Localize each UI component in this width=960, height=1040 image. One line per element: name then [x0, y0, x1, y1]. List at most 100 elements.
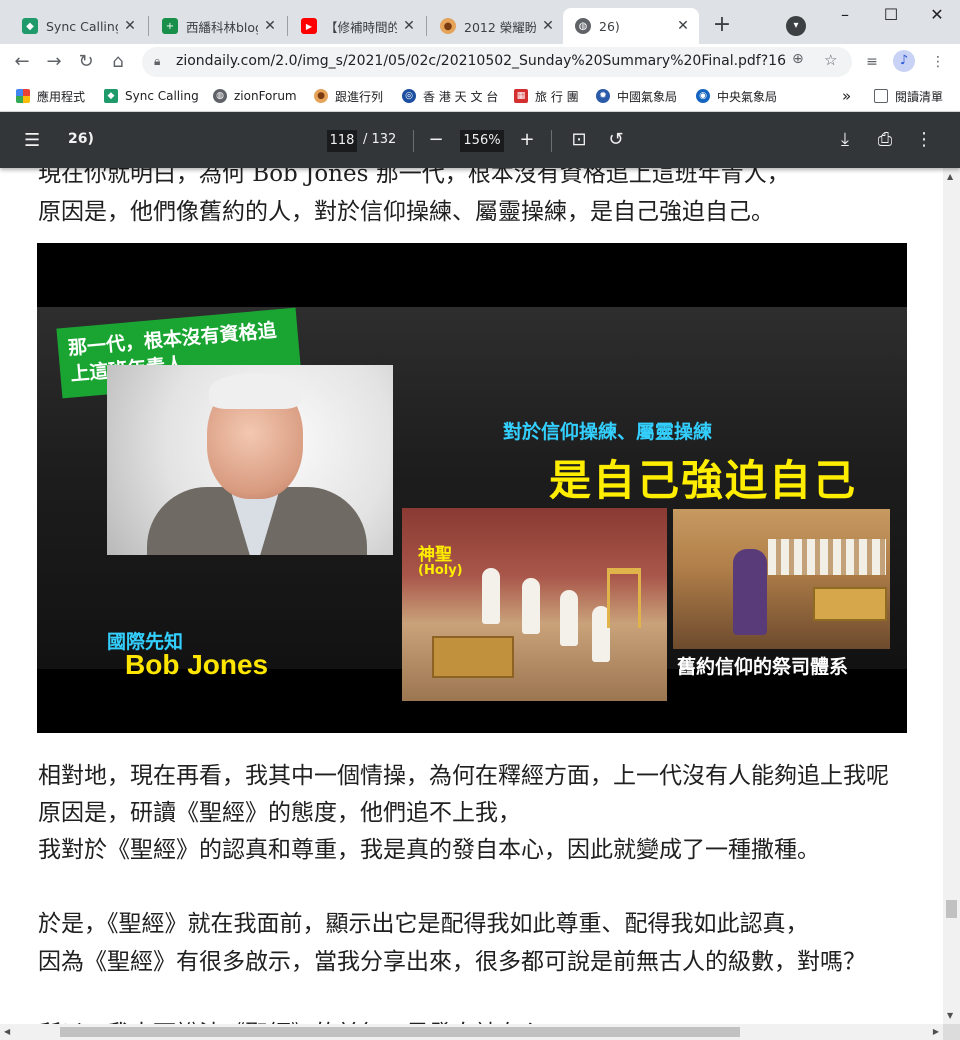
close-tab-icon[interactable]: ✕: [540, 18, 556, 34]
close-window-button[interactable]: ✕: [914, 0, 960, 32]
cookie-icon: ●: [314, 89, 328, 103]
priest-figure: [560, 590, 578, 646]
priests-row-shape: [768, 539, 886, 575]
bookmark-label: zionForum: [234, 89, 297, 103]
bookmark-label: Sync Calling: [125, 89, 199, 103]
ark-shape: [813, 587, 887, 621]
bookmark-travel[interactable]: ▦ 旅 行 團: [514, 86, 579, 106]
close-tab-icon[interactable]: ✕: [675, 18, 691, 34]
page-text-bottom-partial: 所以，我本可說法《聖經》的並無，是發自神在心: [38, 1014, 544, 1024]
bookmark-cwb[interactable]: ◉ 中央氣象局: [696, 86, 777, 106]
tab-search-icon[interactable]: ▾: [786, 16, 806, 36]
forward-arrow-icon[interactable]: →: [40, 48, 68, 76]
slide-system-label: 舊約信仰的祭司體系: [677, 656, 849, 678]
bookmark-follow-up[interactable]: ● 跟進行列: [314, 86, 383, 106]
download-icon[interactable]: ⤓: [832, 127, 858, 153]
slide-image: 那一代，根本沒有資格追上這班年青人 國際先知 Bob Jones 對於信仰操練、…: [37, 243, 907, 733]
bookmark-hko[interactable]: ◎ 香 港 天 文 台: [402, 86, 498, 106]
bookmark-cma[interactable]: ✹ 中國氣象局: [596, 86, 677, 106]
high-priest-figure: [733, 549, 767, 635]
reading-list-label: 閱讀清單: [895, 89, 944, 104]
bookmark-sync-calling[interactable]: ◆ Sync Calling: [104, 86, 199, 106]
slide-holy-en-label: (Holy): [418, 563, 463, 578]
bookmark-label: 跟進行列: [335, 89, 384, 104]
tab-title: 26): [599, 18, 620, 34]
reading-list-icon: [874, 89, 888, 103]
tab-youtube[interactable]: ▶ 【修補時間的 ✕: [289, 8, 425, 44]
tabernacle-illustration: [402, 508, 667, 701]
reading-list-button[interactable]: 閱讀清單: [874, 86, 943, 106]
slide-force-label: 是自己強迫自己: [549, 456, 858, 505]
toolbar-divider: [551, 130, 552, 152]
bookmarks-overflow-button[interactable]: »: [842, 86, 851, 106]
home-icon[interactable]: ⌂: [104, 48, 132, 76]
cma-icon: ✹: [596, 89, 610, 103]
menu-kebab-icon[interactable]: ⋮: [926, 50, 950, 74]
tab-title: 2012 榮耀盼望: [464, 19, 536, 35]
scroll-down-arrow-icon[interactable]: ▼: [947, 1011, 953, 1020]
page-total: / 132: [363, 132, 397, 147]
horizontal-scroll-thumb[interactable]: [60, 1027, 740, 1037]
priest-figure: [482, 568, 500, 624]
tab-2012[interactable]: ● 2012 榮耀盼望 ✕: [428, 8, 564, 44]
scroll-up-arrow-icon[interactable]: ▲: [947, 172, 953, 181]
rotate-icon[interactable]: ↺: [603, 127, 629, 153]
horizontal-scrollbar[interactable]: ◀ ▶: [0, 1024, 943, 1040]
bookmark-apps[interactable]: 應用程式: [16, 86, 85, 106]
page-number-input[interactable]: 118: [327, 130, 357, 152]
close-tab-icon[interactable]: ✕: [122, 18, 138, 34]
apps-grid-icon: [16, 89, 30, 103]
close-tab-icon[interactable]: ✕: [401, 18, 417, 34]
bookmark-label: 香 港 天 文 台: [423, 89, 499, 104]
lock-icon[interactable]: 🔒︎: [154, 54, 160, 69]
tab-blog[interactable]: + 西繙科林blog ✕: [150, 8, 286, 44]
tab-title: 西繙科林blog: [186, 19, 258, 35]
maximize-button[interactable]: ☐: [868, 0, 914, 32]
media-control-icon[interactable]: ≡: [860, 50, 884, 74]
hamburger-menu-icon[interactable]: ☰: [24, 130, 40, 151]
youtube-favicon-icon: ▶: [301, 18, 317, 34]
reload-icon[interactable]: ↻: [72, 48, 100, 76]
scrollbar-corner: [943, 1024, 960, 1040]
altar-shape: [432, 636, 514, 678]
page-text-line: 因為《聖經》有很多啟示，當我分享出來，很多都可說是前無古人的級數，對嗎？: [38, 949, 866, 975]
pdf-more-icon[interactable]: ⋮: [911, 127, 937, 153]
page-text-line: 原因是，他們像舊約的人，對於信仰操練、屬靈操練，是自己強迫自己。: [38, 199, 774, 225]
new-tab-button[interactable]: +: [708, 14, 736, 38]
cwb-icon: ◉: [696, 89, 710, 103]
zoom-in-button[interactable]: +: [514, 127, 540, 153]
tab-sync-calling[interactable]: ◆ Sync Calling ✕: [10, 8, 146, 44]
profile-avatar[interactable]: ♪: [893, 50, 915, 72]
close-tab-icon[interactable]: ✕: [262, 18, 278, 34]
bookmark-label: 旅 行 團: [535, 89, 579, 104]
minimize-button[interactable]: –: [822, 0, 868, 32]
pdf-page: 現在你就明白，為何 Bob Jones 那一代，根本沒有資格追上這班年青人， 原…: [0, 112, 943, 1024]
zoom-magnifier-icon[interactable]: ⊕: [792, 51, 804, 67]
bookmarks-bar: 應用程式 ◆ Sync Calling ◍ zionForum ● 跟進行列 ◎…: [0, 80, 960, 112]
address-bar[interactable]: 🔒︎ ziondaily.com/2.0/img_s/2021/05/02c/2…: [142, 47, 852, 77]
browser-toolbar: ← → ↻ ⌂ 🔒︎ ziondaily.com/2.0/img_s/2021/…: [0, 44, 960, 80]
print-icon[interactable]: ⎙: [872, 127, 898, 153]
zoom-level-input[interactable]: 156%: [460, 130, 504, 152]
sync-calling-icon: ◆: [104, 89, 118, 103]
slide-name-label: Bob Jones: [125, 649, 269, 680]
bookmark-zionforum[interactable]: ◍ zionForum: [213, 86, 297, 106]
back-arrow-icon[interactable]: ←: [8, 48, 36, 76]
pdf-toolbar: ☰ 26) 118 / 132 − 156% + ⊡ ↺ ⤓ ⎙ ⋮: [0, 112, 960, 168]
scroll-right-arrow-icon[interactable]: ▶: [933, 1027, 939, 1036]
slide-holy-label: 神聖: [418, 545, 452, 565]
page-text-line: 我對於《聖經》的認真和尊重，我是真的發自本心，因此就變成了一種撒種。: [38, 837, 820, 863]
tab-pdf-active[interactable]: ◍ 26) ✕: [563, 8, 699, 44]
bookmark-star-icon[interactable]: ☆: [824, 51, 837, 69]
vertical-scroll-thumb[interactable]: [946, 900, 957, 918]
pdf-document-title: 26): [68, 131, 94, 147]
scroll-left-arrow-icon[interactable]: ◀: [4, 1027, 10, 1036]
zoom-out-button[interactable]: −: [423, 127, 449, 153]
tab-separator: [148, 16, 149, 36]
fit-page-icon[interactable]: ⊡: [566, 127, 592, 153]
url-text[interactable]: ziondaily.com/2.0/img_s/2021/05/02c/2021…: [176, 53, 786, 69]
vertical-scrollbar[interactable]: ▲ ▼: [943, 168, 960, 1024]
tab-title: 【修補時間的: [325, 19, 397, 35]
tab-separator: [287, 16, 288, 36]
photo-hair-shape: [209, 373, 301, 409]
